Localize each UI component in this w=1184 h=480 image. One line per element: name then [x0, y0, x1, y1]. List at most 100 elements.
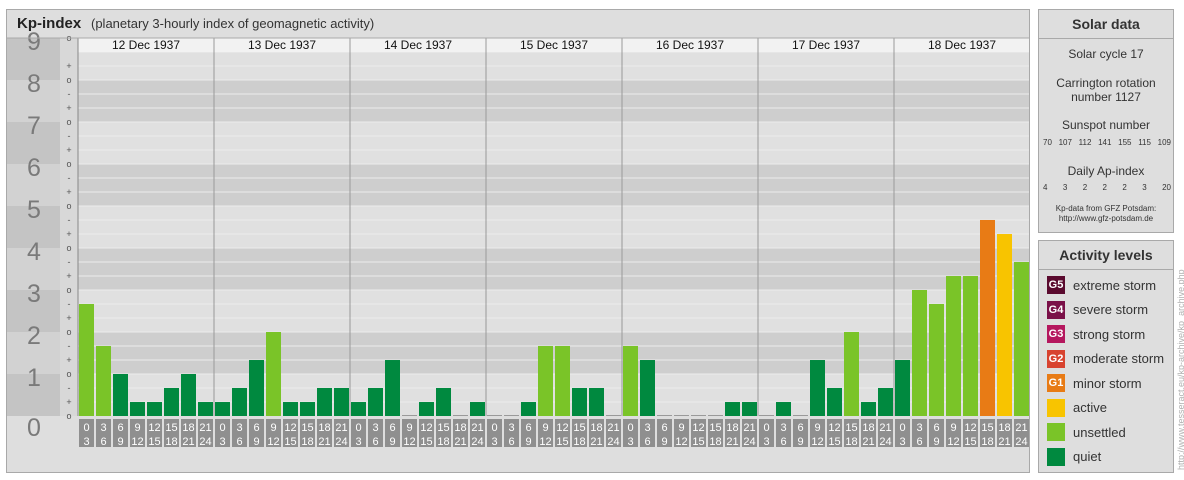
hour-start-label: 3: [916, 422, 922, 434]
hour-start-label: 0: [763, 422, 769, 434]
plot-band: [78, 248, 1029, 290]
day-label: 12 Dec 1937: [112, 38, 180, 52]
kp-bar: [878, 387, 893, 416]
legend-label: strong storm: [1073, 326, 1146, 342]
hour-end-label: 3: [219, 436, 225, 448]
kp-bar: [691, 415, 706, 416]
ap-value: 2: [1122, 183, 1127, 192]
solar-data-panel: Solar data Solar cycle 17 Carrington rot…: [1038, 9, 1174, 233]
hour-start-label: 21: [199, 422, 211, 434]
legend-item: G4 severe storm: [1047, 300, 1148, 320]
y-tick-label: 6: [27, 154, 41, 182]
day-label: 15 Dec 1937: [520, 38, 588, 52]
plot-band: [78, 206, 1029, 248]
carrington-rotation-line2: number 1127: [1071, 90, 1141, 104]
minor-mark: -: [68, 341, 71, 351]
plot-band: [78, 332, 1029, 374]
hour-start-label: 15: [573, 422, 585, 434]
hour-end-label: 21: [182, 436, 194, 448]
hour-start-label: 0: [83, 422, 89, 434]
kp-bar: [334, 387, 349, 416]
minor-mark: +: [66, 397, 71, 407]
kp-bar: [963, 276, 978, 416]
hour-start-label: 18: [182, 422, 194, 434]
hour-end-label: 21: [590, 436, 602, 448]
legend-label: severe storm: [1073, 302, 1149, 317]
kp-bar: [844, 332, 859, 416]
kp-bar: [79, 303, 94, 416]
minor-mark: -: [68, 215, 71, 225]
hour-start-label: 21: [335, 422, 347, 434]
hour-end-label: 21: [726, 436, 738, 448]
hour-start-label: 21: [879, 422, 891, 434]
minor-mark: -: [68, 89, 71, 99]
hour-end-label: 15: [420, 436, 432, 448]
kp-bar: [929, 303, 944, 416]
hour-end-label: 12: [539, 436, 551, 448]
hour-end-label: 6: [644, 436, 650, 448]
minor-mark: +: [66, 271, 71, 281]
hour-start-label: 9: [134, 422, 140, 434]
minor-mark: +: [66, 103, 71, 113]
hour-end-label: 3: [899, 436, 905, 448]
kp-bar: [113, 374, 128, 416]
legend-swatch: G1: [1047, 374, 1065, 392]
kp-bar: [623, 345, 638, 416]
hour-end-label: 6: [236, 436, 242, 448]
kp-bar: [232, 387, 247, 416]
y-tick-label: 2: [27, 322, 41, 350]
legend-item: G3 strong storm: [1047, 324, 1145, 344]
y-tick-label: 8: [27, 70, 41, 98]
hour-start-label: 15: [165, 422, 177, 434]
minor-mark: +: [66, 355, 71, 365]
kp-bar: [385, 360, 400, 416]
hour-start-label: 3: [644, 422, 650, 434]
legend-item: active: [1047, 398, 1107, 418]
kp-bar: [402, 415, 417, 416]
data-credit-line2[interactable]: http://www.gfz-potsdam.de: [1039, 214, 1173, 224]
hour-start-label: 0: [355, 422, 361, 434]
hour-end-label: 12: [811, 436, 823, 448]
kp-bar: [147, 402, 162, 416]
minor-mark: o: [66, 369, 71, 379]
hour-end-label: 12: [947, 436, 959, 448]
hour-start-label: 12: [828, 422, 840, 434]
day-label: 13 Dec 1937: [248, 38, 316, 52]
kp-bar: [181, 374, 196, 416]
ap-values: 4 3 2 2 2 3 20: [1043, 183, 1171, 192]
legend-swatch: G2: [1047, 349, 1065, 368]
hour-end-label: 12: [267, 436, 279, 448]
sunspot-value: 141: [1098, 138, 1112, 147]
hour-end-label: 9: [253, 436, 259, 448]
kp-bar: [521, 402, 536, 416]
hour-start-label: 15: [709, 422, 721, 434]
hour-end-label: 24: [607, 436, 619, 448]
hour-end-label: 3: [627, 436, 633, 448]
legend-swatch: [1047, 447, 1065, 466]
hour-start-label: 9: [542, 422, 548, 434]
hour-end-label: 24: [743, 436, 755, 448]
kp-bar: [946, 276, 961, 416]
hour-end-label: 15: [692, 436, 704, 448]
kp-bar: [538, 345, 553, 416]
hour-start-label: 0: [627, 422, 633, 434]
hour-end-label: 24: [199, 436, 211, 448]
hour-end-label: 24: [879, 436, 891, 448]
legend-label: minor storm: [1073, 375, 1142, 391]
sunspot-value: 107: [1058, 138, 1072, 147]
hour-end-label: 3: [763, 436, 769, 448]
kp-bar: [283, 402, 298, 416]
kp-bar: [368, 387, 383, 416]
hour-start-label: 12: [148, 422, 160, 434]
hour-start-label: 3: [508, 422, 514, 434]
plot-band: [78, 80, 1029, 122]
hour-end-label: 12: [131, 436, 143, 448]
kp-bar: [198, 402, 213, 416]
hour-end-label: 15: [148, 436, 160, 448]
hour-end-label: 6: [780, 436, 786, 448]
minor-mark: o: [66, 75, 71, 85]
kp-bar: [861, 402, 876, 416]
hour-start-label: 18: [318, 422, 330, 434]
y-tick-label: 9: [27, 28, 41, 56]
solar-cycle: Solar cycle 17: [1068, 47, 1144, 61]
